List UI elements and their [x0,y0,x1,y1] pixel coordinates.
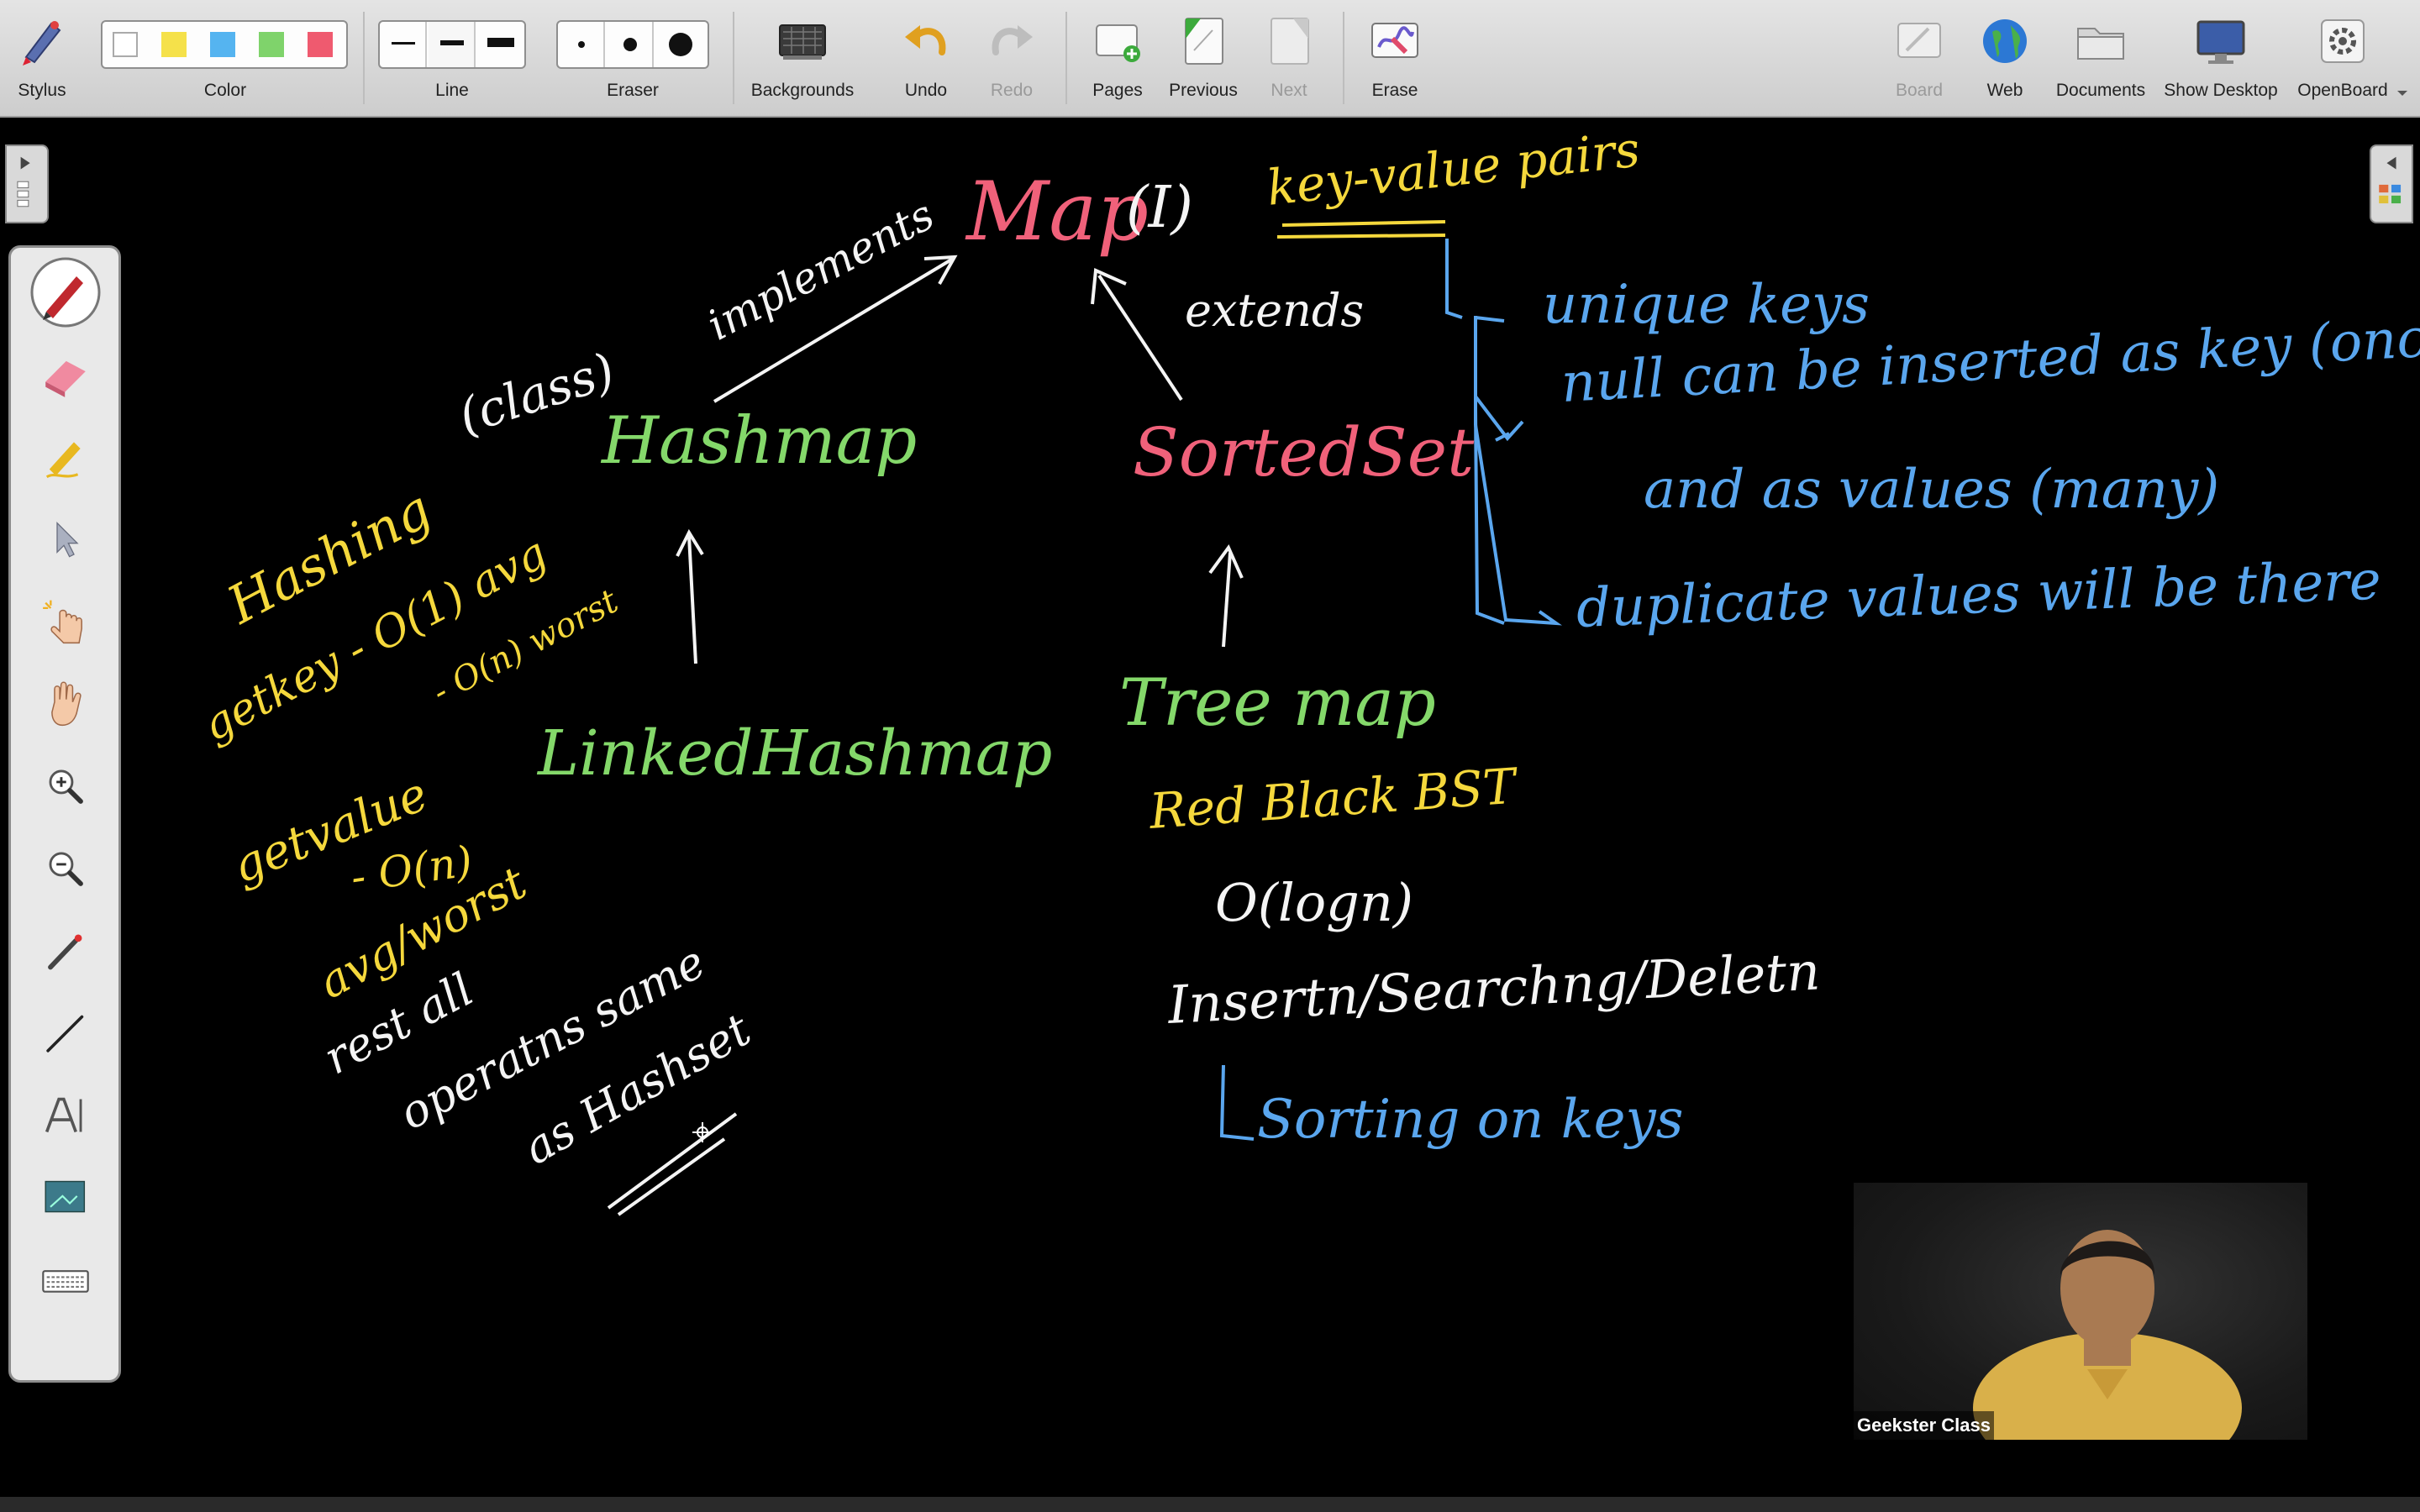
hashmap-node: Hashmap [602,403,918,479]
board-button[interactable]: Board [1877,5,1961,113]
color-swatch-blue[interactable] [210,32,235,57]
stylus-label: Stylus [18,81,66,100]
redo-button[interactable]: Redo [970,5,1054,113]
presenter-name: Geekster Class [1854,1411,1994,1440]
documents-button[interactable]: Documents [2049,5,2153,113]
redo-icon [992,25,1033,55]
next-page-icon [1270,18,1309,65]
extends-label: extends [1185,284,1365,337]
toolbar: Stylus Color Line Eraser Backgrounds Und… [0,0,2420,118]
pages-label: Pages [1092,81,1143,100]
map-interface-note: (I) [1126,175,1193,241]
eraser-group: Eraser [555,5,711,113]
map-heading: Map [966,165,1149,259]
stylus-icon [23,21,61,66]
line-label: Line [435,81,469,100]
eraser-size-selector [556,20,709,69]
documents-label: Documents [2055,81,2146,100]
crosshair-cursor-icon [692,1122,713,1142]
erase-board-icon [1371,23,1418,58]
eraser-label: Eraser [607,81,659,100]
color-swatches [101,20,348,69]
backgrounds-icon [779,24,826,60]
linkedhashmap-node: LinkedHashmap [538,717,1053,790]
eraser-large-option[interactable] [655,22,708,67]
folder-icon [2077,28,2124,60]
backgrounds-button[interactable]: Backgrounds [739,5,865,113]
show-desktop-label: Show Desktop [2164,81,2278,100]
sortedset-node: SortedSet [1133,413,1475,491]
previous-label: Previous [1169,81,1238,100]
stylus-button[interactable]: Stylus [0,5,84,113]
openboard-button[interactable]: OpenBoard [2291,5,2395,113]
treemap-arrow [1222,552,1232,648]
chevron-down-icon[interactable] [2396,89,2408,97]
bottom-bar [0,1497,2420,1512]
line-group: Line [376,5,528,113]
board-icon [1897,23,1941,58]
sorting-hook [1219,1064,1255,1141]
sorting-note: Sorting on keys [1257,1089,1684,1151]
show-desktop-button[interactable]: Show Desktop [2160,5,2282,113]
hashset-underline [607,1112,738,1216]
undo-icon [905,25,946,55]
ologn-note: O(logn) [1215,872,1413,933]
pages-button[interactable]: Pages [1076,5,1160,113]
previous-button[interactable]: Previous [1161,5,1245,113]
color-swatch-green[interactable] [259,32,284,57]
presenter-video [1973,1230,2242,1440]
globe-icon [1983,19,2027,63]
web-button[interactable]: Web [1963,5,2047,113]
undo-label: Undo [904,81,948,100]
color-swatch-white[interactable] [113,32,138,57]
linkedhashmap-arrow [687,535,697,664]
previous-page-icon [1185,18,1223,65]
web-label: Web [1986,81,2023,100]
color-swatch-yellow[interactable] [161,32,187,57]
webcam-overlay: Geekster Class [1854,1183,2307,1440]
line-width-selector [378,20,526,69]
eraser-small-option[interactable] [558,22,605,67]
desktop-icon [2196,20,2245,64]
unique-keys-note: unique keys [1543,274,1870,336]
key-value-underline [1276,220,1446,239]
next-button[interactable]: Next [1247,5,1331,113]
treemap-node: Tree map [1119,665,1436,741]
erase-button[interactable]: Erase [1353,5,1437,113]
null-values-note: and as values (many) [1644,459,2220,521]
next-label: Next [1270,81,1307,100]
undo-button[interactable]: Undo [884,5,968,113]
extends-arrow [1097,274,1183,402]
color-group: Color [99,5,351,113]
gear-icon [2321,19,2365,63]
add-page-icon [1096,24,1140,62]
line-medium-option[interactable] [429,22,476,67]
color-label: Color [203,81,247,100]
color-swatch-red[interactable] [308,32,333,57]
line-thin-option[interactable] [380,22,427,67]
board-label: Board [1895,81,1944,100]
line-thick-option[interactable] [477,22,524,67]
redo-label: Redo [990,81,1034,100]
eraser-medium-option[interactable] [607,22,654,67]
erase-label: Erase [1371,81,1418,100]
openboard-label: OpenBoard [2297,81,2388,100]
backgrounds-label: Backgrounds [750,81,855,100]
